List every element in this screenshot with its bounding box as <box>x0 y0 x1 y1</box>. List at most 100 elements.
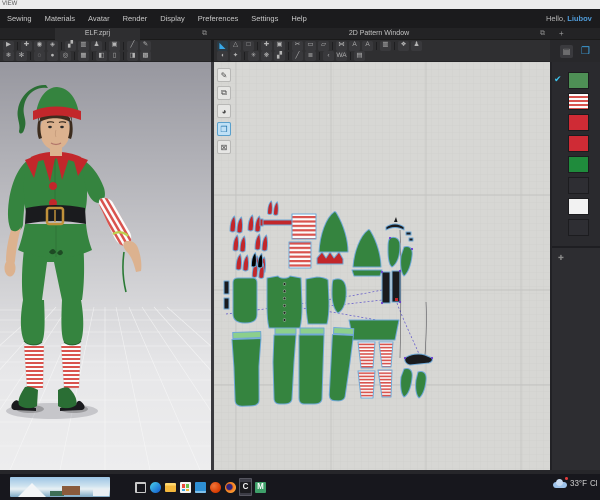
marvelous-designer-app[interactable]: M <box>254 478 267 496</box>
menu-help[interactable]: Help <box>291 14 306 23</box>
measure-tool[interactable]: ✎ <box>140 40 151 51</box>
microsoft-store-app-icon <box>180 481 191 493</box>
fabric-green-bright[interactable] <box>568 156 589 173</box>
fabric-stripe-red-white[interactable] <box>568 93 589 110</box>
transform-pattern-tool[interactable]: ◣ <box>217 40 228 51</box>
microsoft-store-app[interactable] <box>179 478 192 496</box>
texture-display-tool[interactable]: ▩ <box>140 51 151 61</box>
segment-sewing-tool[interactable]: ✦ <box>230 51 241 61</box>
circle-tool[interactable]: ▱ <box>318 40 329 51</box>
marvelous-designer-app-label: M <box>255 481 266 493</box>
sewing-3d-tool[interactable]: ╱ <box>127 40 138 51</box>
sphere-select-tool[interactable]: ◎ <box>60 51 71 61</box>
text-tool[interactable]: A <box>349 40 360 51</box>
menu-sewing[interactable]: Sewing <box>7 14 32 23</box>
arrangement-tool[interactable]: ▞ <box>65 40 76 51</box>
desktop-preview-thumbnail[interactable] <box>10 477 110 497</box>
menu-avatar[interactable]: Avatar <box>88 14 110 23</box>
edge-app[interactable] <box>149 478 162 496</box>
image-tool[interactable]: ▣ <box>274 40 285 51</box>
toolbar-separator <box>123 41 124 50</box>
fabric-green-dark[interactable] <box>568 72 589 89</box>
2d-pattern-canvas[interactable]: ✎ ⧉ ◕ ❐ ⊠ <box>214 62 550 470</box>
measure-2d-tool[interactable]: WA <box>336 51 347 61</box>
clo3d-app[interactable]: C <box>239 478 252 496</box>
app-screen: VIEW Sewing Materials Avatar Render Display P… <box>0 0 600 500</box>
annotation-tool[interactable]: ▤ <box>354 51 365 61</box>
select-mesh-tool[interactable]: ◉ <box>34 40 45 51</box>
3d-viewport[interactable] <box>0 62 211 470</box>
avatar-display-tool[interactable]: ♟ <box>91 40 102 51</box>
menu-items: Sewing Materials Avatar Render Display Prefer… <box>0 9 600 28</box>
pin-freeze-tool[interactable]: ❄ <box>3 51 14 61</box>
cloud-icon <box>553 477 568 488</box>
sleeve-piece <box>232 277 258 324</box>
project-tab[interactable]: ELF.zprj <box>55 28 140 40</box>
task-view-button[interactable] <box>134 478 147 496</box>
gizmo-tool[interactable]: ▣ <box>109 40 120 51</box>
fabric-panel: ✔ ✚ <box>552 62 600 470</box>
fold-arrangement-tool[interactable]: ◧ <box>96 51 107 61</box>
mail-app[interactable] <box>194 478 207 496</box>
seam-allowance-tool[interactable]: ≣ <box>305 51 316 61</box>
lock-tool[interactable]: ⊠ <box>217 140 231 154</box>
user-name-link[interactable]: Liubov <box>567 14 592 23</box>
fabric-dark[interactable] <box>568 177 589 194</box>
panel-display-tool[interactable]: ▯ <box>109 51 120 61</box>
toolbar-separator <box>288 41 289 50</box>
firefox-app[interactable] <box>224 478 237 496</box>
right-stocking <box>60 343 82 389</box>
notch-tool[interactable]: ╱ <box>292 51 303 61</box>
weather-widget[interactable]: 33°F Cl <box>553 477 598 488</box>
cut-sew-tool[interactable]: ❖ <box>398 40 409 51</box>
window-top-strip: VIEW <box>0 0 600 9</box>
menu-display[interactable]: Display <box>160 14 185 23</box>
grading-tool[interactable]: ‹ <box>323 51 334 61</box>
free-sewing-tool[interactable]: ✳ <box>248 51 259 61</box>
fabric-dark-2[interactable] <box>568 219 589 236</box>
add-panel-icon[interactable]: + <box>559 28 564 40</box>
fabric-view-tool[interactable]: ❐ <box>217 122 231 136</box>
brush-tool[interactable]: ● <box>47 51 58 61</box>
needle-tool[interactable]: ✎ <box>217 68 231 82</box>
object-browser-tab[interactable]: ▤ <box>560 45 573 58</box>
dart-tool[interactable]: ⋈ <box>336 40 347 51</box>
simulate-tool[interactable]: ▶ <box>3 40 14 51</box>
menu-render[interactable]: Render <box>123 14 148 23</box>
garment-fit-tool[interactable]: ▥ <box>78 40 89 51</box>
file-explorer-app[interactable] <box>164 478 177 496</box>
edit-point-tool[interactable]: □ <box>243 40 254 51</box>
garment-texture-tool[interactable]: ▦ <box>78 51 89 61</box>
seam-tool[interactable]: ◖ <box>217 51 228 61</box>
select-move-tool[interactable]: ✚ <box>21 40 32 51</box>
detach-sewing-tool[interactable]: ❋ <box>261 51 272 61</box>
pattern-outline-tool[interactable]: ⧉ <box>217 86 231 100</box>
polygon-tool[interactable]: ✂ <box>292 40 303 51</box>
office-app[interactable] <box>209 478 222 496</box>
rectangle-tool[interactable]: ▭ <box>305 40 316 51</box>
sphere-view-tool[interactable]: ◕ <box>217 104 231 118</box>
fabric-red-2[interactable] <box>568 135 589 152</box>
pleats-tool[interactable]: ▥ <box>380 40 391 51</box>
pin-tool[interactable]: ◈ <box>47 40 58 51</box>
add-property-icon[interactable]: ✚ <box>558 254 564 262</box>
expand-2d-pane-icon[interactable]: ⧉ <box>540 28 545 40</box>
expand-3d-pane-icon[interactable]: ⧉ <box>202 28 207 40</box>
add-point-tool[interactable]: ✚ <box>261 40 272 51</box>
fabric-white[interactable] <box>568 198 589 215</box>
trace-tool[interactable]: ♟ <box>411 40 422 51</box>
weather-condition: Cl <box>589 479 598 488</box>
select-point-tool[interactable]: ◌ <box>34 51 45 61</box>
menu-settings[interactable]: Settings <box>251 14 278 23</box>
stitch-display-tool[interactable]: ◨ <box>127 51 138 61</box>
menu-preferences[interactable]: Preferences <box>198 14 238 23</box>
deactivate-tool[interactable]: ✻ <box>16 51 27 61</box>
bodice-back-piece <box>305 276 330 325</box>
swatch-row <box>552 156 600 173</box>
menu-materials[interactable]: Materials <box>45 14 75 23</box>
edit-pattern-tool[interactable]: △ <box>230 40 241 51</box>
text-style-tool[interactable]: A <box>362 40 373 51</box>
fabric-red[interactable] <box>568 114 589 131</box>
flip-sewing-tool[interactable]: ▞ <box>274 51 285 61</box>
fabric-tab[interactable]: ❒ <box>579 45 592 58</box>
